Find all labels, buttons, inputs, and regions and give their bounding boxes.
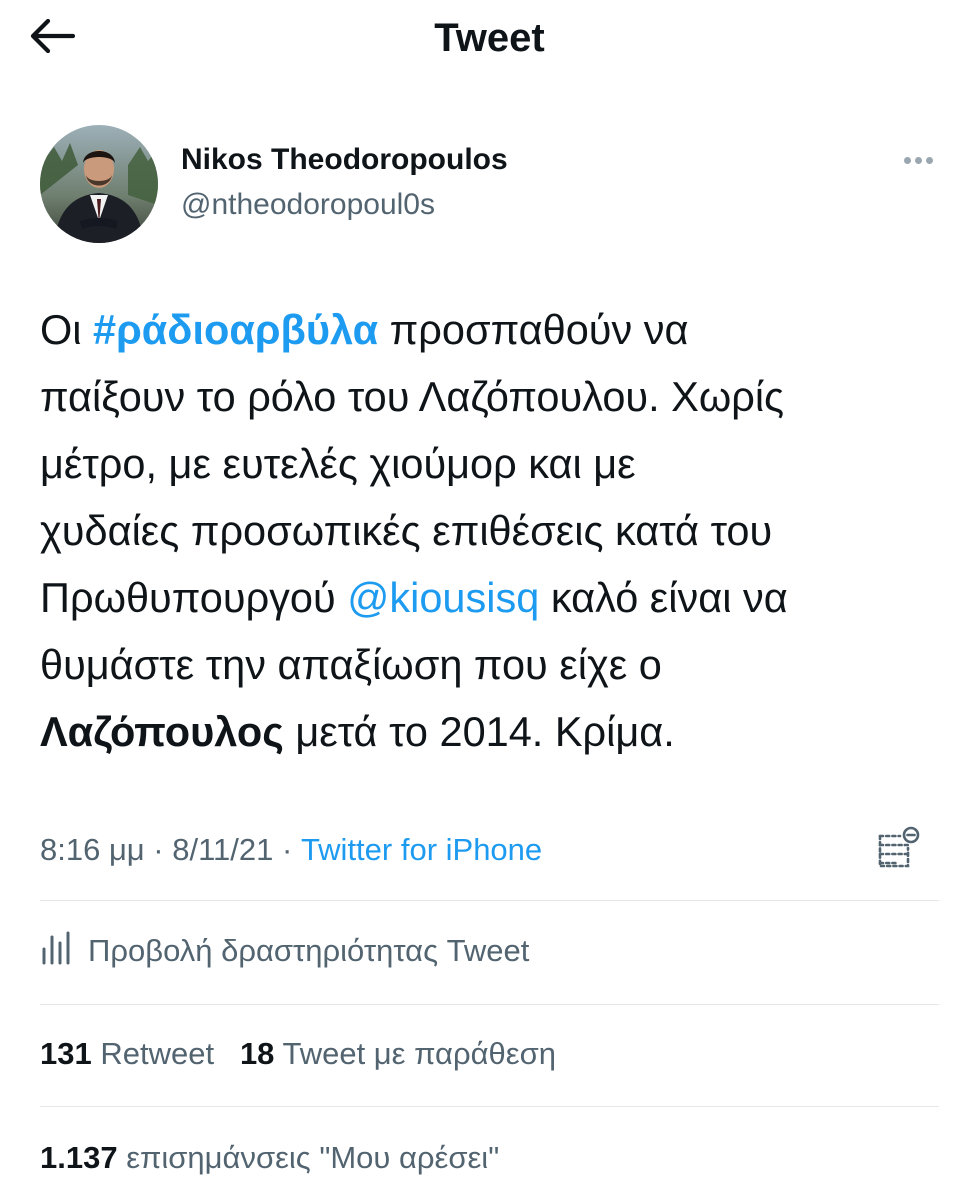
divider bbox=[40, 1004, 939, 1005]
notes-icon[interactable] bbox=[874, 826, 922, 872]
retweets-stat[interactable]: 131 Retweet bbox=[40, 1036, 214, 1071]
avatar[interactable] bbox=[40, 125, 158, 243]
tweet-line: θυμάστε την απαξίωση που είχε ο bbox=[40, 641, 662, 688]
view-activity-button[interactable]: Προβολή δραστηριότητας Tweet bbox=[40, 926, 529, 976]
tweet-line: Οι #ράδιοαρβύλα προσπαθούν να bbox=[40, 306, 689, 353]
engagement-stats: 131 Retweet 18 Tweet με παράθεση bbox=[40, 1032, 556, 1076]
tweet-line: μέτρο, με ευτελές χιούμορ και με bbox=[40, 440, 636, 487]
quote-tweets-stat[interactable]: 18 Tweet με παράθεση bbox=[240, 1036, 556, 1071]
tweet-line: παίξουν το ρόλο του Λαζόπουλου. Χωρίς bbox=[40, 373, 785, 420]
tweet-meta: 8:16 μμ · 8/11/21 · Twitter for iPhone bbox=[40, 832, 543, 867]
tweet-line: χυδαίες προσωπικές επιθέσεις κατά του bbox=[40, 507, 773, 554]
divider bbox=[40, 900, 939, 901]
tweet-line: Πρωθυπουργού @kiousisq καλό είναι να bbox=[40, 574, 788, 621]
view-activity-label: Προβολή δραστηριότητας Tweet bbox=[88, 933, 530, 968]
tweet-line: Λαζόπουλος μετά το 2014. Κρίμα. bbox=[40, 708, 675, 755]
bold-text: Λαζόπουλος bbox=[40, 708, 284, 755]
more-button[interactable] bbox=[893, 145, 943, 175]
tweet-text: Οι #ράδιοαρβύλα προσπαθούν να παίξουν το… bbox=[40, 296, 960, 765]
author-name[interactable]: Nikos Theodoropoulos bbox=[181, 140, 508, 180]
top-bar: Tweet bbox=[0, 0, 979, 80]
tweet-source-link[interactable]: Twitter for iPhone bbox=[301, 832, 542, 867]
more-dots-icon bbox=[903, 156, 911, 164]
author-handle[interactable]: @ntheodoropoul0s bbox=[181, 185, 435, 225]
divider bbox=[40, 1106, 939, 1107]
hashtag-link[interactable]: #ράδιοαρβύλα bbox=[93, 306, 378, 353]
tweet-time: 8:16 μμ bbox=[40, 832, 145, 867]
tweet-date: 8/11/21 bbox=[172, 832, 274, 867]
likes-stat[interactable]: 1.137 επισημάνσεις "Μου αρέσει" bbox=[40, 1136, 499, 1180]
bar-chart-icon bbox=[40, 929, 70, 974]
mention-link[interactable]: @kiousisq bbox=[347, 574, 539, 621]
page-title: Tweet bbox=[434, 16, 545, 60]
